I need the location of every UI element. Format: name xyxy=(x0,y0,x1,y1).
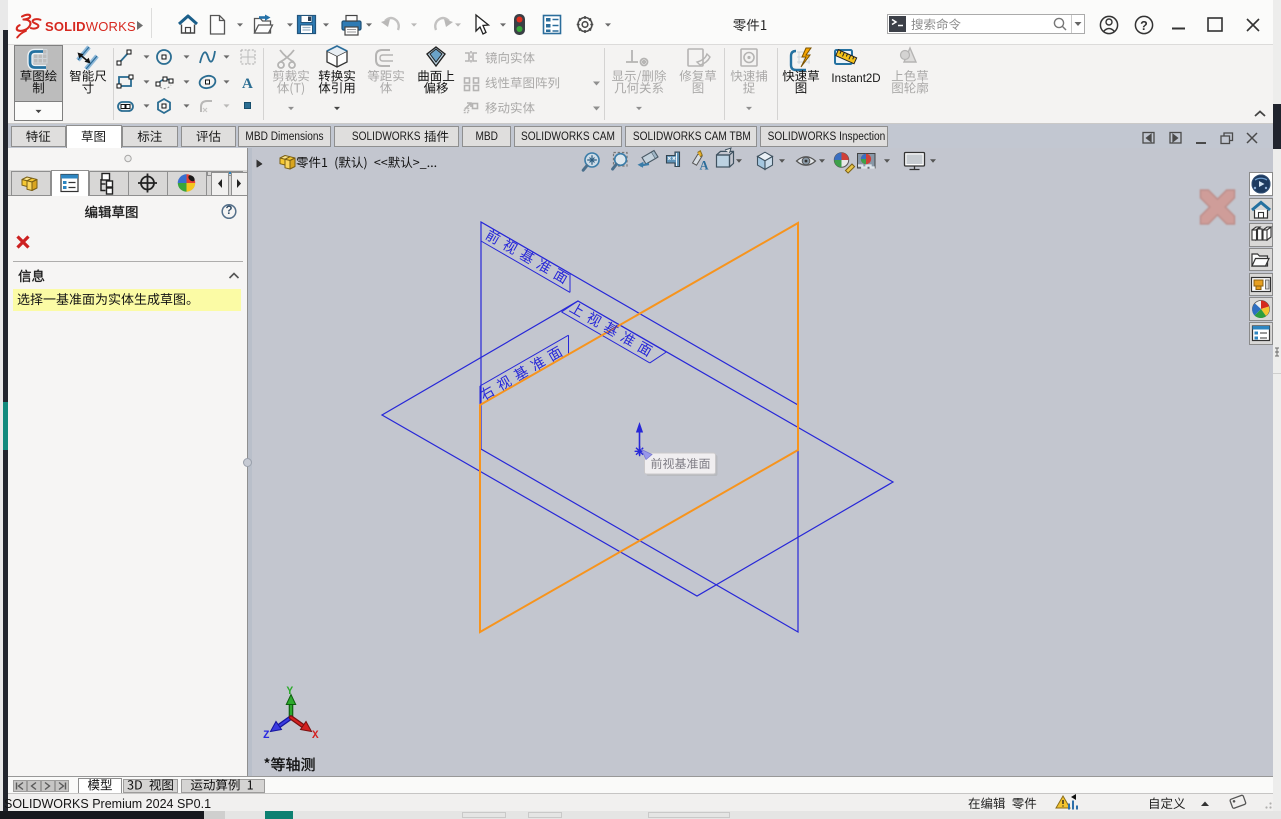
svg-text:Y: Y xyxy=(287,686,294,698)
svg-text:A: A xyxy=(242,76,253,92)
svg-text:Z: Z xyxy=(263,730,270,742)
svg-text:A: A xyxy=(700,159,709,173)
svg-text:X: X xyxy=(312,730,319,742)
